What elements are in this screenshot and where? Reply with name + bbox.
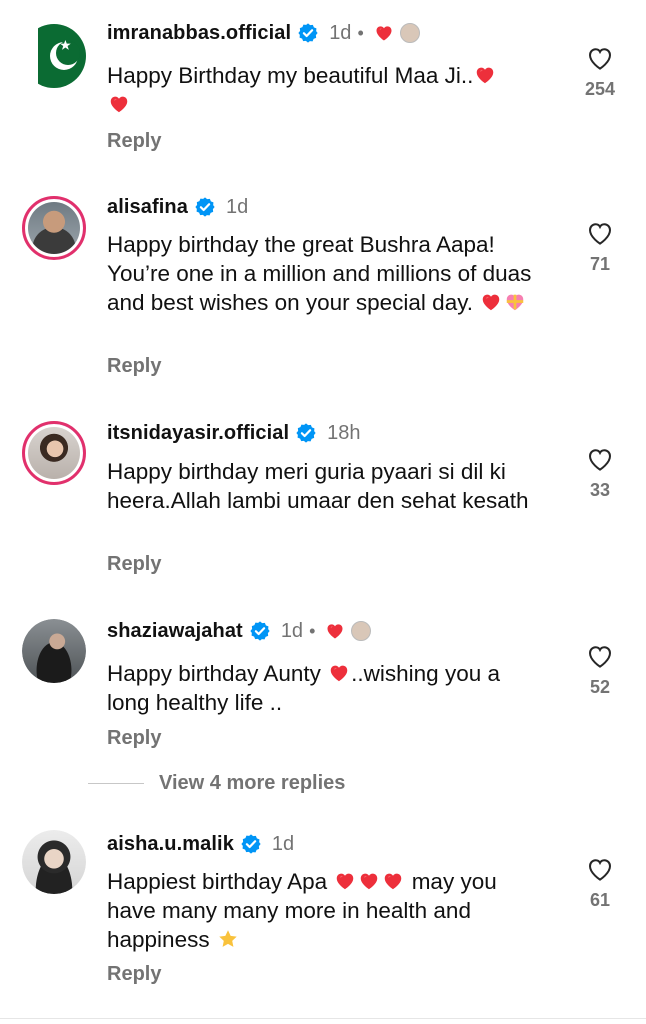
comment-text-part: Happy birthday Aunty (107, 661, 321, 686)
reply-button[interactable]: Reply (107, 553, 161, 576)
heart-outline-icon[interactable] (585, 444, 615, 474)
heart-outline-icon[interactable] (585, 218, 615, 248)
comment-text-content: Happy Birthday my beautiful Maa Ji.. (107, 63, 474, 88)
avatar-photo (22, 830, 86, 894)
comment-text-part: Happiest birthday Apa (107, 869, 328, 894)
timestamp: 1d (329, 21, 352, 44)
creator-mini-avatar (351, 621, 372, 641)
comment-text: Happy birthday the great Bushra Aapa! Yo… (107, 230, 547, 317)
timestamp: 1d (280, 619, 304, 642)
avatar[interactable] (22, 421, 86, 485)
avatar[interactable] (22, 830, 86, 894)
like-column: 254 (574, 43, 626, 100)
username[interactable]: imranabbas.official (107, 22, 291, 45)
reply-button[interactable]: Reply (107, 130, 161, 153)
comment-header: shaziawajahat 1d • (107, 614, 372, 648)
heart-outline-icon[interactable] (585, 854, 615, 884)
heart-outline-icon[interactable] (585, 641, 615, 671)
comment-header: aisha.u.malik 1d (107, 827, 294, 861)
verified-badge-icon (240, 833, 262, 855)
comment-text: Happy Birthday my beautiful Maa Ji.. (107, 61, 547, 119)
comment-text: Happiest birthday Apa may you have many … (107, 867, 547, 954)
heart-emoji-icon (381, 870, 405, 892)
like-column: 61 (574, 854, 626, 911)
star-emoji-icon (219, 930, 237, 947)
avatar-photo (28, 427, 80, 479)
comment-header: imranabbas.official 1d • (107, 16, 420, 50)
like-count[interactable]: 71 (574, 254, 626, 275)
avatar-photo (28, 202, 80, 254)
reply-button[interactable]: Reply (107, 727, 161, 750)
avatar-photo (22, 619, 86, 683)
divider (88, 783, 144, 784)
like-column: 52 (574, 641, 626, 698)
reply-button[interactable]: Reply (107, 355, 161, 378)
username[interactable]: itsnidayasir.official (107, 422, 289, 445)
view-more-replies-label[interactable]: View 4 more replies (159, 772, 345, 795)
creator-mini-avatar (399, 23, 420, 43)
heart-emoji-icon (479, 291, 503, 313)
comment-text: Happy birthday meri guria pyaari si dil … (107, 459, 529, 513)
verified-badge-icon (297, 22, 319, 44)
reply-button[interactable]: Reply (107, 963, 161, 986)
like-column: 33 (574, 444, 626, 501)
comment-header: alisafina 1d (107, 190, 248, 224)
avatar[interactable] (22, 619, 86, 683)
gift-heart-emoji-icon (507, 294, 524, 311)
timestamp: 1d (271, 832, 295, 855)
divider (0, 1018, 646, 1019)
separator-dot: • (309, 620, 316, 641)
avatar[interactable] (22, 196, 86, 260)
timestamp: 18h (327, 421, 361, 444)
view-more-replies[interactable]: View 4 more replies (88, 772, 345, 795)
creator-liked-heart-icon (325, 621, 345, 641)
like-count[interactable]: 254 (574, 79, 626, 100)
username[interactable]: alisafina (107, 196, 188, 219)
verified-badge-icon (295, 422, 317, 444)
heart-emoji-icon (333, 870, 357, 892)
heart-emoji-icon (107, 93, 131, 115)
heart-outline-icon[interactable] (585, 43, 615, 73)
separator-dot: • (357, 22, 364, 43)
verified-badge-icon (194, 196, 216, 218)
creator-liked-heart-icon (374, 23, 394, 43)
heart-emoji-icon (473, 64, 497, 86)
heart-emoji-icon (327, 662, 351, 684)
verified-badge-icon (249, 620, 271, 642)
timestamp: 1d (225, 195, 249, 218)
like-count[interactable]: 52 (574, 677, 626, 698)
comment-text-content: Happy birthday the great Bushra Aapa! Yo… (107, 232, 532, 315)
like-column: 71 (574, 218, 626, 275)
username[interactable]: shaziawajahat (107, 620, 243, 643)
like-count[interactable]: 61 (574, 890, 626, 911)
avatar[interactable] (22, 24, 86, 88)
like-count[interactable]: 33 (574, 480, 626, 501)
heart-emoji-icon (357, 870, 381, 892)
pakistan-flag-icon (22, 24, 86, 88)
comment-header: itsnidayasir.official 18h (107, 416, 361, 450)
username[interactable]: aisha.u.malik (107, 833, 234, 856)
comment-text: Happy birthday Aunty ..wishing you a lon… (107, 659, 547, 717)
